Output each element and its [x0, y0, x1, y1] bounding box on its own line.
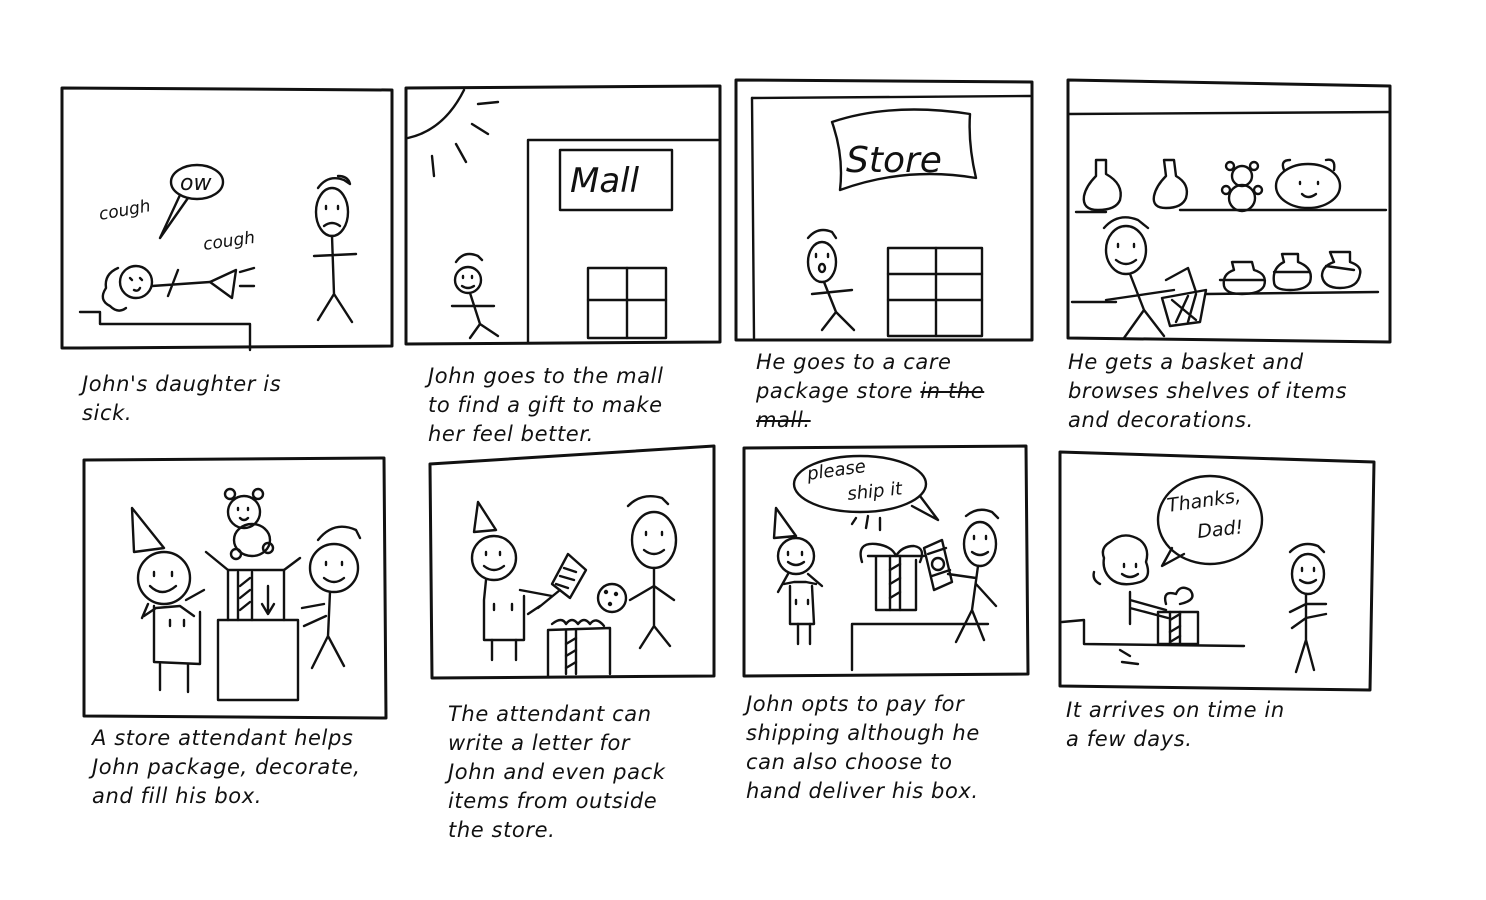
bed: [1060, 618, 1246, 648]
panel-8: Thanks, Dad! It arrives on time in a few…: [0, 0, 1400, 900]
thanks-dad-bubble: Thanks, Dad!: [1156, 474, 1264, 568]
panel-8-caption: It arrives on time in a few days.: [1066, 696, 1285, 754]
panel-8-drawing: Thanks, Dad!: [1058, 450, 1376, 692]
caption-line: a few days.: [1066, 727, 1193, 751]
john: [1288, 542, 1328, 674]
caption-line: It arrives on time in: [1066, 698, 1285, 722]
bubble-text: Dad!: [1196, 516, 1244, 543]
bubble-text: Thanks,: [1166, 485, 1243, 517]
